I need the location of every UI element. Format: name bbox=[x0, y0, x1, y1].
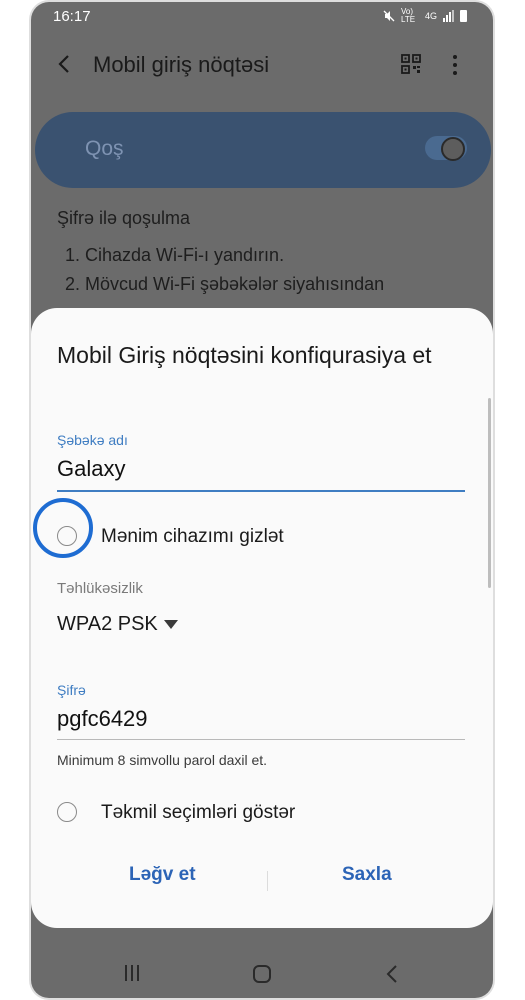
instruction-step: 1. Cihazda Wi-Fi-ı yandırın. bbox=[65, 245, 285, 265]
security-label: Təhlükəsizlik bbox=[57, 580, 143, 597]
home-icon[interactable] bbox=[252, 964, 272, 984]
back-nav-icon[interactable] bbox=[385, 964, 399, 984]
password-underline bbox=[57, 739, 465, 740]
password-label: Şifrə bbox=[57, 682, 86, 698]
volte-indicator: Vo) LTE bbox=[400, 7, 416, 24]
hotspot-toggle-row[interactable]: Qoş bbox=[35, 112, 491, 188]
screen: 16:17 Vo) LTE 4G Mobil giriş nöqtəsi Qoş… bbox=[31, 2, 493, 998]
phone-frame: 16:17 Vo) LTE 4G Mobil giriş nöqtəsi Qoş… bbox=[29, 0, 495, 1000]
hide-device-radio[interactable] bbox=[57, 526, 77, 546]
network-name-input[interactable]: Galaxy bbox=[57, 456, 125, 482]
security-select[interactable]: WPA2 PSK bbox=[57, 613, 158, 636]
battery-icon bbox=[460, 10, 467, 22]
password-helper-text: Minimum 8 simvollu parol daxil et. bbox=[57, 752, 268, 768]
more-options-icon[interactable] bbox=[451, 54, 459, 76]
advanced-options-label[interactable]: Təkmil seçimləri göstər bbox=[101, 802, 295, 824]
recent-apps-icon[interactable] bbox=[123, 964, 141, 982]
network-name-label: Şəbəkə adı bbox=[57, 432, 128, 448]
signal-icon bbox=[443, 10, 454, 22]
app-bar: Mobil giriş nöqtəsi bbox=[31, 42, 493, 90]
configure-hotspot-dialog: Mobil Giriş nöqtəsini konfiqurasiya et Ş… bbox=[31, 308, 493, 928]
page-title: Mobil giriş nöqtəsi bbox=[93, 52, 270, 77]
hotspot-switch[interactable] bbox=[425, 136, 467, 161]
scroll-indicator bbox=[488, 398, 491, 588]
hotspot-toggle-label: Qoş bbox=[85, 137, 124, 160]
mute-icon bbox=[383, 10, 395, 22]
instruction-step: 2. Mövcud Wi-Fi şəbəkələr siyahısından bbox=[65, 274, 385, 294]
dialog-title: Mobil Giriş nöqtəsini konfiqurasiya et bbox=[57, 342, 432, 368]
status-icons: Vo) LTE 4G bbox=[383, 8, 467, 24]
network-type: 4G bbox=[424, 11, 437, 21]
connect-with-password-heading: Şifrə ilə qoşulma bbox=[57, 208, 191, 228]
back-icon[interactable] bbox=[53, 52, 77, 76]
cancel-button[interactable]: Ləğv et bbox=[129, 864, 196, 886]
qr-code-icon[interactable] bbox=[401, 54, 421, 74]
dropdown-arrow-icon[interactable] bbox=[164, 620, 178, 630]
password-input[interactable]: pgfc6429 bbox=[57, 706, 148, 732]
switch-knob bbox=[441, 137, 465, 161]
hide-device-label[interactable]: Mənim cihazımı gizlət bbox=[101, 526, 284, 548]
navigation-bar bbox=[31, 948, 493, 998]
button-divider bbox=[267, 871, 268, 891]
save-button[interactable]: Saxla bbox=[342, 864, 392, 886]
status-bar: 16:17 Vo) LTE 4G bbox=[31, 2, 493, 30]
network-name-underline bbox=[57, 490, 465, 492]
status-time: 16:17 bbox=[53, 8, 91, 25]
advanced-options-radio[interactable] bbox=[57, 802, 77, 822]
